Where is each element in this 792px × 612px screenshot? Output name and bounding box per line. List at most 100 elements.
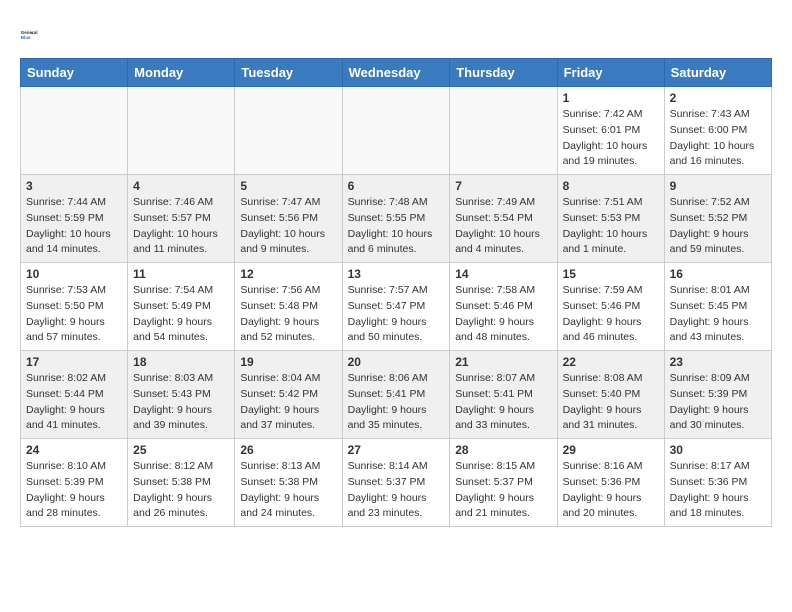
calendar-cell: 12 Sunrise: 7:56 AMSunset: 5:48 PMDayligh… [235,263,342,351]
day-info: Sunrise: 8:09 AMSunset: 5:39 PMDaylight:… [670,371,766,434]
day-info: Sunrise: 8:01 AMSunset: 5:45 PMDaylight:… [670,283,766,346]
calendar-cell: 1 Sunrise: 7:42 AMSunset: 6:01 PMDaylight… [557,87,664,175]
day-number: 18 [133,355,229,369]
day-info: Sunrise: 8:07 AMSunset: 5:41 PMDaylight:… [455,371,551,434]
day-number: 8 [563,179,659,193]
logo: General Blue [20,20,48,48]
day-info: Sunrise: 7:47 AMSunset: 5:56 PMDaylight:… [240,195,336,258]
weekday-header-row: SundayMondayTuesdayWednesdayThursdayFrid… [21,59,772,87]
day-number: 22 [563,355,659,369]
day-info: Sunrise: 7:49 AMSunset: 5:54 PMDaylight:… [455,195,551,258]
day-number: 12 [240,267,336,281]
day-info: Sunrise: 7:58 AMSunset: 5:46 PMDaylight:… [455,283,551,346]
day-info: Sunrise: 8:17 AMSunset: 5:36 PMDaylight:… [670,459,766,522]
day-info: Sunrise: 8:02 AMSunset: 5:44 PMDaylight:… [26,371,122,434]
weekday-header-friday: Friday [557,59,664,87]
day-info: Sunrise: 7:52 AMSunset: 5:52 PMDaylight:… [670,195,766,258]
day-number: 25 [133,443,229,457]
weekday-header-monday: Monday [128,59,235,87]
calendar-cell: 2 Sunrise: 7:43 AMSunset: 6:00 PMDaylight… [664,87,771,175]
day-info: Sunrise: 7:43 AMSunset: 6:00 PMDaylight:… [670,107,766,170]
day-info: Sunrise: 8:14 AMSunset: 5:37 PMDaylight:… [348,459,445,522]
day-info: Sunrise: 7:42 AMSunset: 6:01 PMDaylight:… [563,107,659,170]
calendar-cell: 23 Sunrise: 8:09 AMSunset: 5:39 PMDayligh… [664,351,771,439]
day-info: Sunrise: 7:44 AMSunset: 5:59 PMDaylight:… [26,195,122,258]
day-number: 23 [670,355,766,369]
calendar-cell: 9 Sunrise: 7:52 AMSunset: 5:52 PMDaylight… [664,175,771,263]
day-number: 28 [455,443,551,457]
calendar-cell: 18Sunrise: 8:03 AMSunset: 5:43 PMDayligh… [128,351,235,439]
day-info: Sunrise: 7:54 AMSunset: 5:49 PMDaylight:… [133,283,229,346]
day-number: 17 [26,355,122,369]
day-number: 1 [563,91,659,105]
header: General Blue [20,20,772,48]
calendar-cell: 10 Sunrise: 7:53 AMSunset: 5:50 PMDayligh… [21,263,128,351]
day-info: Sunrise: 7:48 AMSunset: 5:55 PMDaylight:… [348,195,445,258]
day-info: Sunrise: 8:13 AMSunset: 5:38 PMDaylight:… [240,459,336,522]
calendar-cell: 29 Sunrise: 8:16 AMSunset: 5:36 PMDayligh… [557,439,664,527]
week-row-5: 24 Sunrise: 8:10 AMSunset: 5:39 PMDayligh… [21,439,772,527]
calendar-cell: 16 Sunrise: 8:01 AMSunset: 5:45 PMDayligh… [664,263,771,351]
day-info: Sunrise: 8:12 AMSunset: 5:38 PMDaylight:… [133,459,229,522]
calendar-cell: 14Sunrise: 7:58 AMSunset: 5:46 PMDayligh… [450,263,557,351]
day-info: Sunrise: 7:51 AMSunset: 5:53 PMDaylight:… [563,195,659,258]
weekday-header-sunday: Sunday [21,59,128,87]
weekday-header-tuesday: Tuesday [235,59,342,87]
calendar-cell: 6 Sunrise: 7:48 AMSunset: 5:55 PMDaylight… [342,175,450,263]
weekday-header-wednesday: Wednesday [342,59,450,87]
day-info: Sunrise: 8:16 AMSunset: 5:36 PMDaylight:… [563,459,659,522]
calendar-cell: 21 Sunrise: 8:07 AMSunset: 5:41 PMDayligh… [450,351,557,439]
weekday-header-saturday: Saturday [664,59,771,87]
day-info: Sunrise: 7:56 AMSunset: 5:48 PMDaylight:… [240,283,336,346]
day-info: Sunrise: 8:10 AMSunset: 5:39 PMDaylight:… [26,459,122,522]
day-number: 30 [670,443,766,457]
week-row-4: 17 Sunrise: 8:02 AMSunset: 5:44 PMDayligh… [21,351,772,439]
day-info: Sunrise: 7:46 AMSunset: 5:57 PMDaylight:… [133,195,229,258]
day-info: Sunrise: 8:15 AMSunset: 5:37 PMDaylight:… [455,459,551,522]
day-number: 3 [26,179,122,193]
day-info: Sunrise: 7:59 AMSunset: 5:46 PMDaylight:… [563,283,659,346]
day-number: 2 [670,91,766,105]
calendar-cell: 13 Sunrise: 7:57 AMSunset: 5:47 PMDayligh… [342,263,450,351]
calendar-cell: 17 Sunrise: 8:02 AMSunset: 5:44 PMDayligh… [21,351,128,439]
day-info: Sunrise: 8:06 AMSunset: 5:41 PMDaylight:… [348,371,445,434]
week-row-3: 10 Sunrise: 7:53 AMSunset: 5:50 PMDayligh… [21,263,772,351]
calendar-cell [128,87,235,175]
day-number: 27 [348,443,445,457]
calendar-cell: 19 Sunrise: 8:04 AMSunset: 5:42 PMDayligh… [235,351,342,439]
calendar-cell: 8 Sunrise: 7:51 AMSunset: 5:53 PMDaylight… [557,175,664,263]
calendar-cell: 5Sunrise: 7:47 AMSunset: 5:56 PMDaylight… [235,175,342,263]
day-number: 21 [455,355,551,369]
day-number: 29 [563,443,659,457]
day-number: 24 [26,443,122,457]
logo-icon: General Blue [20,20,48,48]
calendar-cell: 4 Sunrise: 7:46 AMSunset: 5:57 PMDaylight… [128,175,235,263]
calendar-cell: 15 Sunrise: 7:59 AMSunset: 5:46 PMDayligh… [557,263,664,351]
week-row-1: 1 Sunrise: 7:42 AMSunset: 6:01 PMDaylight… [21,87,772,175]
day-info: Sunrise: 8:04 AMSunset: 5:42 PMDaylight:… [240,371,336,434]
day-number: 20 [348,355,445,369]
day-info: Sunrise: 7:57 AMSunset: 5:47 PMDaylight:… [348,283,445,346]
calendar-cell: 11Sunrise: 7:54 AMSunset: 5:49 PMDayligh… [128,263,235,351]
week-row-2: 3 Sunrise: 7:44 AMSunset: 5:59 PMDaylight… [21,175,772,263]
day-number: 4 [133,179,229,193]
calendar-cell [235,87,342,175]
calendar-cell: 20 Sunrise: 8:06 AMSunset: 5:41 PMDayligh… [342,351,450,439]
calendar-cell: 30 Sunrise: 8:17 AMSunset: 5:36 PMDayligh… [664,439,771,527]
day-number: 6 [348,179,445,193]
day-number: 10 [26,267,122,281]
calendar-cell: 24 Sunrise: 8:10 AMSunset: 5:39 PMDayligh… [21,439,128,527]
weekday-header-thursday: Thursday [450,59,557,87]
calendar-cell [450,87,557,175]
day-number: 9 [670,179,766,193]
day-info: Sunrise: 7:53 AMSunset: 5:50 PMDaylight:… [26,283,122,346]
day-info: Sunrise: 8:08 AMSunset: 5:40 PMDaylight:… [563,371,659,434]
calendar-cell: 26 Sunrise: 8:13 AMSunset: 5:38 PMDayligh… [235,439,342,527]
day-number: 16 [670,267,766,281]
calendar-cell [21,87,128,175]
day-number: 19 [240,355,336,369]
calendar-cell: 25 Sunrise: 8:12 AMSunset: 5:38 PMDayligh… [128,439,235,527]
day-number: 26 [240,443,336,457]
day-number: 15 [563,267,659,281]
day-number: 13 [348,267,445,281]
